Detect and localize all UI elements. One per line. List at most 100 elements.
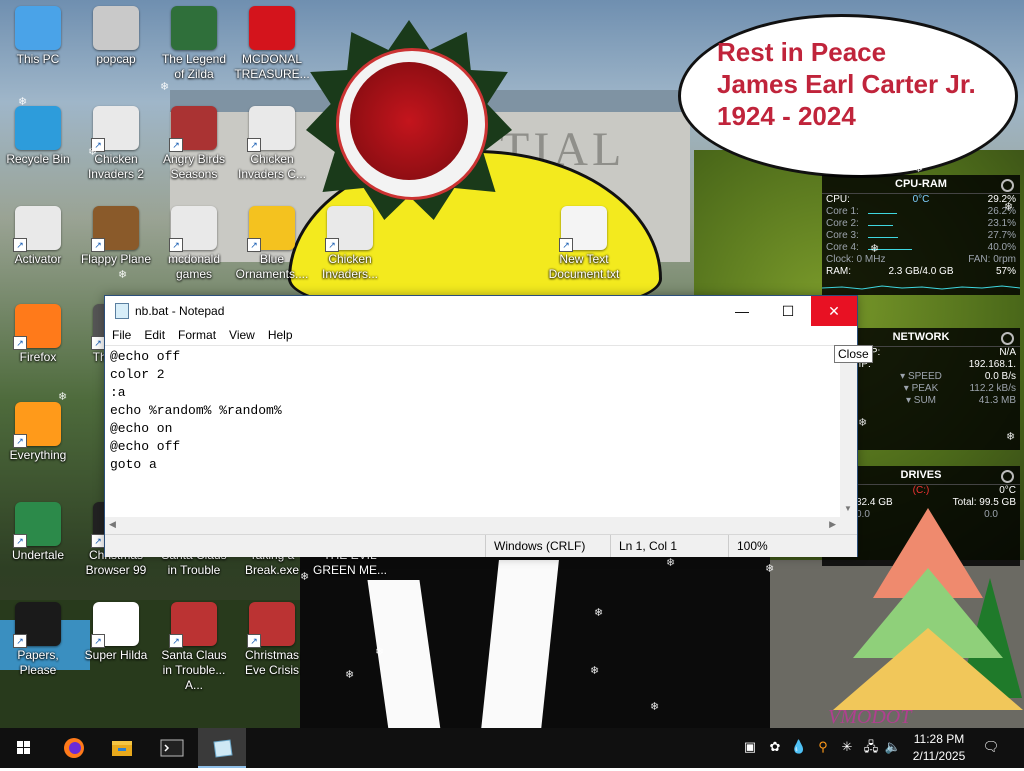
snowflake-icon: ❄ — [858, 417, 868, 429]
menu-bar: File Edit Format View Help — [105, 326, 857, 345]
snowflake-icon: ❄ — [1006, 431, 1016, 443]
tree-tier — [833, 628, 1023, 710]
menu-format[interactable]: Format — [171, 326, 222, 345]
menu-view[interactable]: View — [222, 326, 261, 345]
folder-icon — [93, 6, 139, 50]
desktop-icon[interactable]: ↗ mcdonald games — [156, 200, 232, 298]
snowflake-icon: ❄ — [160, 81, 170, 93]
wallpaper-signature: VMODOT — [828, 706, 912, 728]
desktop-icon[interactable]: ↗ Flappy Plane — [78, 200, 154, 298]
cpu-row: CPU: 0°C 29.2% — [822, 194, 1020, 206]
status-line-ending: Windows (CRLF) — [485, 535, 610, 557]
peak-value: 112.2 kB/s — [969, 383, 1016, 394]
network-icon[interactable]: 🖧 — [862, 738, 880, 756]
desktop-icon[interactable]: ↗ Santa Claus in Trouble... A... — [156, 596, 232, 694]
taskbar-firefox[interactable] — [50, 728, 98, 768]
text-line: echo %random% %random% — [110, 403, 282, 418]
desktop-icon[interactable]: This PC — [0, 0, 76, 98]
core-label: Core 2: — [826, 218, 859, 229]
close-button[interactable]: ✕ — [811, 296, 857, 326]
ram-row: RAM: 2.3 GB/4.0 GB 57% — [822, 266, 1020, 278]
desktop-icon[interactable]: ↗ Chicken Invaders C... — [234, 100, 310, 198]
maximize-button[interactable]: ☐ — [765, 296, 811, 326]
desktop-icon[interactable]: ↗ Firefox — [0, 298, 76, 396]
desktop-icon[interactable]: popcap — [78, 0, 154, 98]
desktop-icon-label: New Text Document.txt — [548, 252, 620, 281]
desktop-icon[interactable]: ↗ Chicken Invaders... — [312, 200, 388, 298]
desktop-icon[interactable]: ↗ Everything — [0, 396, 76, 494]
menu-edit[interactable]: Edit — [137, 326, 171, 345]
title-bar[interactable]: nb.bat - Notepad — ☐ ✕ — [105, 296, 857, 326]
minimize-button[interactable]: — — [719, 296, 765, 326]
scroll-left-icon[interactable]: ◀ — [109, 519, 116, 530]
clock-speed: Clock: 0 MHz — [826, 254, 886, 265]
core-row: Core 3: 27.7% — [822, 230, 1020, 242]
tray-sparkle-icon[interactable]: ✳ — [838, 738, 856, 756]
system-clock[interactable]: 11:28 PM 2/11/2025 — [906, 731, 972, 765]
clock-time: 11:28 PM — [913, 732, 965, 746]
ram-value: 2.3 GB/4.0 GB — [888, 266, 954, 277]
shortcut-arrow-icon: ↗ — [91, 238, 105, 252]
core-label: Core 3: — [826, 230, 859, 241]
christmas-clock-ornament[interactable] — [300, 20, 518, 220]
shortcut-arrow-icon: ↗ — [13, 238, 27, 252]
desktop-icon[interactable]: ↗ Undertale — [0, 496, 76, 594]
desktop-icon[interactable]: ↗ Super Hilda — [78, 596, 154, 694]
core-usage-bar — [868, 225, 893, 226]
snowflake-icon: ❄ — [666, 557, 676, 569]
gear-icon[interactable] — [1001, 470, 1014, 483]
text-line: @echo on — [110, 421, 173, 436]
gear-icon[interactable] — [1001, 179, 1014, 192]
desktop-icon[interactable]: ↗ Blue Ornaments.... — [234, 200, 310, 298]
taskbar-command-prompt[interactable] — [148, 728, 196, 768]
start-button[interactable] — [0, 728, 48, 768]
desktop-icon[interactable]: ↗ Christmas Eve Crisis — [234, 596, 310, 694]
snowflake-icon: ❄ — [590, 665, 600, 677]
desktop-icon[interactable]: ↗ Angry Birds Seasons — [156, 100, 232, 198]
desktop-icon-label: This PC — [16, 52, 60, 66]
desktop-icon[interactable]: ↗ New Text Document.txt — [546, 200, 622, 298]
notifications-icon[interactable]: 🗨 — [982, 738, 1000, 756]
shortcut-arrow-icon: ↗ — [91, 336, 105, 350]
resize-grip[interactable] — [840, 517, 857, 534]
shortcut-arrow-icon: ↗ — [247, 634, 261, 648]
tray-app-icon[interactable]: ▣ — [741, 738, 759, 756]
desktop-icon[interactable]: MCDONAL TREASURE... — [234, 0, 310, 98]
terminal-icon — [160, 739, 184, 757]
maximize-icon: ☐ — [781, 303, 795, 319]
desktop-icon[interactable]: ↗ Papers, Please — [0, 596, 76, 694]
snowflake-icon: ❄ — [650, 701, 660, 713]
status-bar: Windows (CRLF) Ln 1, Col 1 100% — [105, 534, 857, 557]
notepad-window[interactable]: nb.bat - Notepad — ☐ ✕ File Edit Format Vie… — [104, 295, 858, 557]
search-icon[interactable]: ⚲ — [814, 738, 832, 756]
core-value: 27.7% — [987, 230, 1016, 241]
firefox-icon — [64, 738, 84, 758]
snowflake-icon: ❄ — [58, 391, 68, 403]
cpu-ram-widget[interactable]: CPU-RAM CPU: 0°C 29.2% Core 1: 26.2% Core … — [821, 175, 1021, 295]
taskbar-notepad[interactable] — [198, 728, 246, 768]
taskbar-file-explorer[interactable] — [98, 728, 146, 768]
shortcut-arrow-icon: ↗ — [13, 434, 27, 448]
menu-help[interactable]: Help — [261, 326, 299, 345]
snowflake-icon: ❄ — [345, 669, 355, 681]
menu-file[interactable]: File — [105, 326, 137, 345]
desktop-icon-label: Activator — [14, 252, 62, 266]
game-shortcut-icon — [171, 6, 217, 50]
vertical-scrollbar[interactable]: ▲ ▼ — [840, 345, 857, 517]
shortcut-arrow-icon: ↗ — [247, 238, 261, 252]
scroll-right-icon[interactable]: ▶ — [829, 519, 836, 530]
scroll-down-icon[interactable]: ▼ — [844, 504, 852, 513]
core-value: 40.0% — [987, 242, 1016, 253]
gear-icon[interactable] — [1001, 332, 1014, 345]
tray-colorful-icon[interactable]: ✿ — [766, 738, 784, 756]
horizontal-scrollbar[interactable]: ◀ ▶ — [105, 517, 840, 534]
volume-icon[interactable]: 🔈 — [884, 738, 902, 756]
desktop-icon[interactable]: ↗ Activator — [0, 200, 76, 298]
shortcut-arrow-icon: ↗ — [13, 634, 27, 648]
desktop-icon[interactable]: Recycle Bin — [0, 100, 76, 198]
text-editor[interactable]: @echo off color 2 :a echo %random% %rand… — [105, 345, 840, 517]
desktop-icon-label: The Legend of Zilda — [161, 52, 227, 81]
recycle-bin-icon — [15, 106, 61, 150]
tray-drop-icon[interactable]: 💧 — [790, 738, 808, 756]
core-usage-bar — [868, 213, 897, 214]
